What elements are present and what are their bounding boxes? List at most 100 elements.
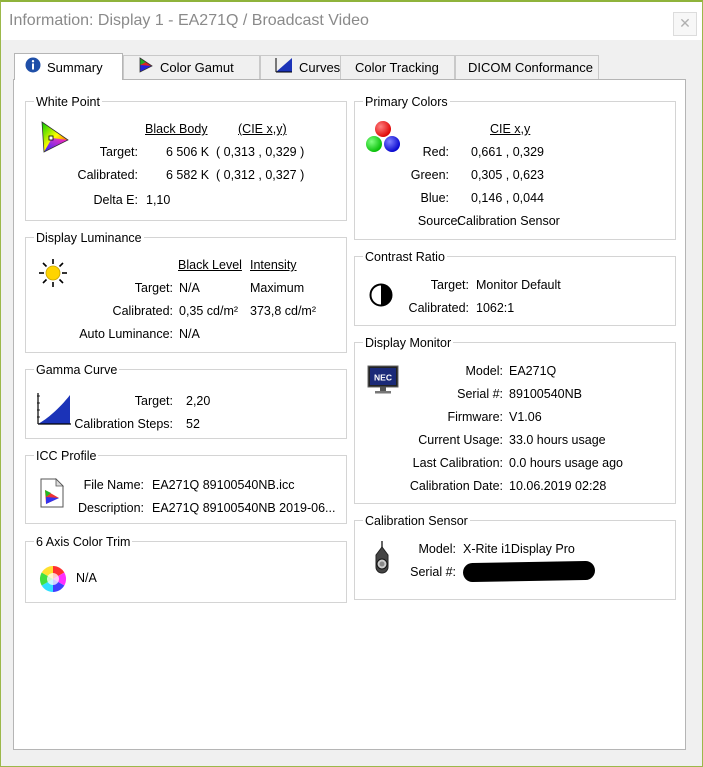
colorimeter-icon	[372, 541, 392, 580]
col-intensity-header: Intensity	[250, 258, 297, 272]
white-point-group: White Point Black Body (CIE x,y) Target:…	[25, 95, 347, 221]
close-button[interactable]: ✕	[673, 12, 697, 36]
target-cie: ( 0,313 , 0,329 )	[216, 145, 305, 159]
tab-summary[interactable]: Summary	[14, 53, 123, 80]
cie-chromaticity-icon	[38, 120, 70, 157]
group-title: 6 Axis Color Trim	[34, 535, 133, 549]
nec-monitor-icon: NEC	[367, 365, 399, 398]
tab-color-gamut[interactable]: Color Gamut	[123, 55, 260, 79]
title-bar: Information: Display 1 - EA271Q / Broadc…	[1, 2, 702, 40]
red-value: 0,661 , 0,329	[471, 145, 544, 159]
calibrated-black-level: 0,35 cd/m²	[179, 304, 239, 318]
group-title: ICC Profile	[34, 449, 99, 463]
color-trim-value: N/A	[76, 571, 97, 585]
last-calibration-label: Last Calibration:	[412, 456, 503, 470]
description-value: EA271Q 89100540NB 2019-06...	[152, 501, 336, 515]
gamma-target-label: Target:	[134, 394, 173, 408]
file-name-label: File Name:	[83, 478, 144, 492]
contrast-calibrated-value: 1062:1	[476, 301, 515, 315]
tab-label: Color Tracking	[355, 60, 439, 75]
window-title: Information: Display 1 - EA271Q / Broadc…	[9, 12, 369, 29]
blue-value: 0,146 , 0,044	[471, 191, 544, 205]
six-axis-color-trim-group: 6 Axis Color Trim N/A	[25, 535, 347, 603]
color-gamut-icon	[138, 56, 154, 81]
current-usage-value: 33.0 hours usage	[509, 433, 606, 447]
col-cie-header: CIE x,y	[490, 122, 531, 136]
primary-colors-group: Primary Colors CIE x,y Red: 0,661 , 0,32…	[354, 95, 676, 240]
firmware-value: V1.06	[509, 410, 542, 424]
redacted-serial	[462, 560, 596, 583]
calibration-date-value: 10.06.2019 02:28	[509, 479, 607, 493]
curves-icon	[275, 57, 293, 81]
auto-luminance-value: N/A	[179, 327, 200, 341]
file-name-value: EA271Q 89100540NB.icc	[152, 478, 295, 492]
delta-e-value: 1,10	[146, 193, 171, 207]
color-wheel-icon	[39, 565, 67, 596]
current-usage-label: Current Usage:	[418, 433, 503, 447]
group-title: White Point	[34, 95, 102, 109]
calibrated-intensity: 373,8 cd/m²	[250, 304, 317, 318]
contrast-target-value: Monitor Default	[476, 278, 561, 292]
icc-profile-group: ICC Profile File Name: EA271Q 89100540NB…	[25, 449, 347, 524]
calibration-steps-value: 52	[186, 417, 200, 431]
tab-label: DICOM Conformance	[468, 60, 593, 75]
monitor-model-label: Model:	[465, 364, 503, 378]
col-black-level-header: Black Level	[178, 258, 242, 272]
auto-luminance-label: Auto Luminance:	[79, 327, 173, 341]
last-calibration-value: 0.0 hours usage ago	[509, 456, 623, 470]
group-title: Calibration Sensor	[363, 514, 470, 528]
description-label: Description:	[78, 501, 144, 515]
gamma-curve-group: Gamma Curve Target: 2,20 Calibration Ste…	[25, 363, 347, 439]
delta-e-label: Delta E:	[93, 193, 138, 207]
group-title: Primary Colors	[363, 95, 450, 109]
group-title: Contrast Ratio	[363, 250, 447, 264]
display-monitor-group: Display Monitor NEC Model: EA271Q Serial…	[354, 336, 676, 504]
sun-icon	[38, 258, 68, 291]
col-cie-header: (CIE x,y)	[238, 122, 287, 136]
display-luminance-group: Display Luminance Black Level Intensity …	[25, 231, 347, 353]
source-value: Calibration Sensor	[457, 214, 560, 228]
tab-label: Curves	[299, 60, 341, 75]
target-intensity: Maximum	[250, 281, 305, 295]
calibrated-label: Calibrated:	[77, 168, 138, 182]
calibrated-label: Calibrated:	[112, 304, 173, 318]
sensor-serial-label: Serial #:	[410, 565, 456, 579]
contrast-calibrated-label: Calibrated:	[408, 301, 469, 315]
nec-logo-text: NEC	[374, 373, 392, 383]
group-title: Display Luminance	[34, 231, 144, 245]
tab-label: Color Gamut	[160, 60, 234, 75]
green-value: 0,305 , 0,623	[471, 168, 544, 182]
monitor-serial-label: Serial #:	[457, 387, 503, 401]
summary-panel: White Point Black Body (CIE x,y) Target:…	[13, 79, 686, 750]
gamma-target-value: 2,20	[186, 394, 211, 408]
source-label: Source:	[417, 214, 461, 228]
sensor-model-value: X-Rite i1Display Pro	[463, 542, 575, 556]
calibration-steps-label: Calibration Steps:	[74, 417, 173, 431]
firmware-label: Firmware:	[447, 410, 503, 424]
contrast-ratio-group: Contrast Ratio Target: Monitor Default C…	[354, 250, 676, 326]
info-icon	[25, 55, 41, 82]
contrast-target-label: Target:	[430, 278, 469, 292]
target-black-level: N/A	[179, 281, 200, 295]
calibration-sensor-group: Calibration Sensor Model: X-Rite i1Displ…	[354, 514, 676, 600]
group-title: Gamma Curve	[34, 363, 120, 377]
tab-label: Summary	[47, 60, 103, 75]
calibrated-cie: ( 0,312 , 0,327 )	[216, 168, 305, 182]
tab-color-tracking[interactable]: Color Tracking	[340, 55, 455, 79]
gamma-curve-icon	[37, 393, 71, 428]
target-label: Target:	[99, 145, 138, 159]
blue-label: Blue:	[420, 191, 450, 205]
contrast-icon	[369, 283, 393, 310]
rgb-circles-icon	[365, 120, 401, 157]
col-black-body-header: Black Body	[145, 122, 208, 136]
target-label: Target:	[134, 281, 173, 295]
sensor-model-label: Model:	[418, 542, 456, 556]
red-label: Red:	[422, 145, 449, 159]
target-black-body: 6 506 K	[166, 145, 210, 159]
green-label: Green:	[410, 168, 449, 182]
monitor-serial-value: 89100540NB	[509, 387, 582, 401]
group-title: Display Monitor	[363, 336, 454, 350]
monitor-model-value: EA271Q	[509, 364, 557, 378]
tab-dicom-conformance[interactable]: DICOM Conformance	[455, 55, 599, 79]
calibrated-black-body: 6 582 K	[166, 168, 210, 182]
